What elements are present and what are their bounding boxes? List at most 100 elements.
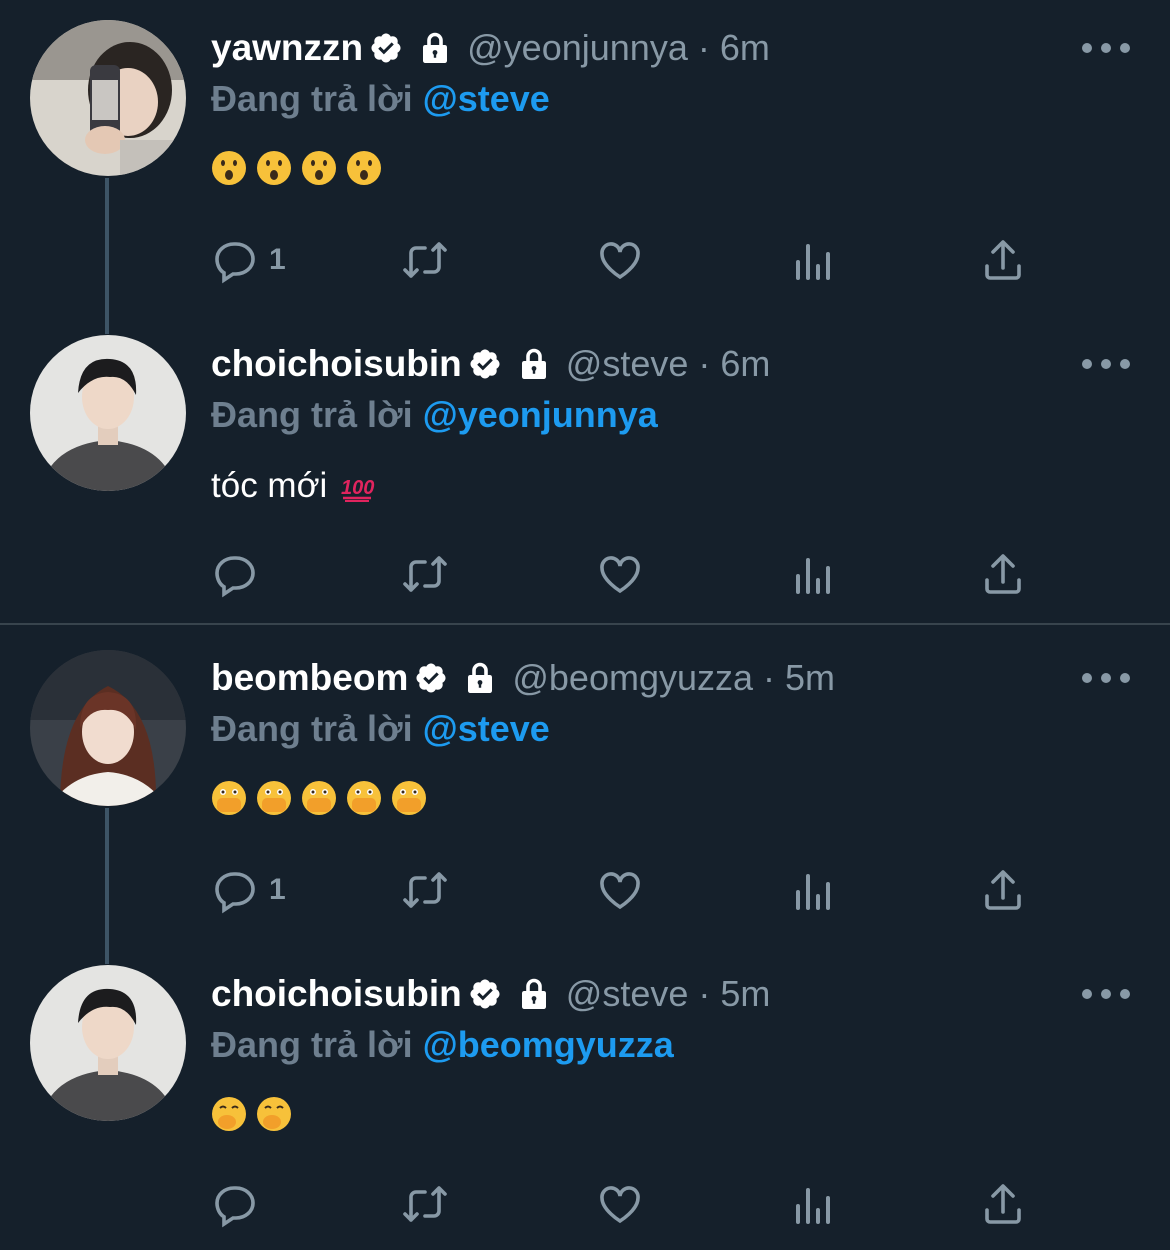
share-icon xyxy=(985,240,1021,280)
tweet-header: choichoisubin @steve · 6m xyxy=(211,334,770,394)
tweet[interactable]: choichoisubin @steve · 5m Đang trả lời @… xyxy=(0,950,1170,1250)
retweet-button[interactable] xyxy=(401,234,449,286)
retweet-icon xyxy=(403,556,447,592)
face-with-open-eyes-and-hand-over-mouth-emoji xyxy=(212,781,246,815)
handle-and-time[interactable]: @steve · 5m xyxy=(566,973,771,1015)
retweet-button[interactable] xyxy=(401,864,449,916)
more-icon[interactable] xyxy=(1082,668,1130,688)
share-button[interactable] xyxy=(979,234,1027,286)
verified-icon xyxy=(470,979,500,1009)
tweet-header: yawnzzn @yeonjunnya · 6m xyxy=(211,18,770,78)
handle-and-time[interactable]: @yeonjunnya · 6m xyxy=(467,27,770,69)
verified-icon xyxy=(470,349,500,379)
hundred-points-emoji: 100 xyxy=(341,477,375,502)
tweet[interactable]: yawnzzn @yeonjunnya · 6m Đang trả lời @s… xyxy=(0,0,1170,320)
hushed-face-emoji xyxy=(347,151,381,185)
action-bar xyxy=(211,1178,1041,1230)
reply-count: 1 xyxy=(269,873,286,906)
replying-to: Đang trả lời @beomgyuzza xyxy=(211,1024,674,1066)
face-with-open-eyes-and-hand-over-mouth-emoji xyxy=(392,781,426,815)
action-bar: 1 xyxy=(211,234,1041,286)
face-with-open-eyes-and-hand-over-mouth-emoji xyxy=(302,781,336,815)
avatar[interactable] xyxy=(30,335,186,491)
display-name[interactable]: yawnzzn xyxy=(211,27,363,69)
divider xyxy=(0,623,1170,625)
retweet-icon xyxy=(403,872,447,908)
lock-icon xyxy=(521,348,546,379)
more-icon[interactable] xyxy=(1082,38,1130,58)
action-bar: 1 xyxy=(211,864,1041,916)
more-icon[interactable] xyxy=(1082,984,1130,1004)
retweet-icon xyxy=(403,242,447,278)
analytics-icon xyxy=(796,558,830,594)
analytics-button[interactable] xyxy=(788,864,836,916)
reply-icon xyxy=(215,556,255,598)
replying-to: Đang trả lời @yeonjunnya xyxy=(211,394,658,436)
tweet-header: choichoisubin @steve · 5m xyxy=(211,964,770,1024)
mention-link[interactable]: @beomgyuzza xyxy=(423,1024,674,1065)
reply-prefix: Đang trả lời xyxy=(211,1024,413,1065)
analytics-button[interactable] xyxy=(788,548,836,600)
lock-icon xyxy=(468,662,493,693)
display-name[interactable]: choichoisubin xyxy=(211,973,462,1015)
reply-prefix: Đang trả lời xyxy=(211,78,413,119)
hushed-face-emoji xyxy=(302,151,336,185)
analytics-icon xyxy=(796,874,830,910)
display-name[interactable]: beombeom xyxy=(211,657,408,699)
like-button[interactable] xyxy=(596,864,644,916)
tweet[interactable]: beombeom @beomgyuzza · 5m Đang trả lời @… xyxy=(0,630,1170,950)
svg-text:100: 100 xyxy=(341,477,374,499)
reply-button[interactable]: 1 xyxy=(211,864,286,916)
like-icon xyxy=(600,242,640,280)
retweet-button[interactable] xyxy=(401,548,449,600)
action-bar xyxy=(211,548,1041,600)
like-button[interactable] xyxy=(596,234,644,286)
avatar[interactable] xyxy=(30,650,186,806)
display-name[interactable]: choichoisubin xyxy=(211,343,462,385)
avatar[interactable] xyxy=(30,20,186,176)
face-with-hand-over-mouth-emoji xyxy=(212,1097,246,1131)
reply-icon xyxy=(215,242,255,284)
reply-button[interactable]: 1 xyxy=(211,234,286,286)
reply-prefix: Đang trả lời xyxy=(211,394,413,435)
more-icon[interactable] xyxy=(1082,354,1130,374)
mention-link[interactable]: @yeonjunnya xyxy=(423,394,658,435)
tweet-text: tóc mới 100 xyxy=(211,466,384,506)
mention-link[interactable]: @steve xyxy=(423,708,550,749)
retweet-button[interactable] xyxy=(401,1178,449,1230)
reply-button[interactable] xyxy=(211,1178,269,1230)
handle-and-time[interactable]: @beomgyuzza · 5m xyxy=(512,657,835,699)
face-with-hand-over-mouth-emoji xyxy=(257,1097,291,1131)
like-button[interactable] xyxy=(596,548,644,600)
reply-count: 1 xyxy=(269,243,286,276)
tweet-text xyxy=(211,780,436,816)
like-button[interactable] xyxy=(596,1178,644,1230)
share-icon xyxy=(985,554,1021,594)
hushed-face-emoji xyxy=(257,151,291,185)
share-button[interactable] xyxy=(979,1178,1027,1230)
reply-button[interactable] xyxy=(211,548,269,600)
share-button[interactable] xyxy=(979,548,1027,600)
replying-to: Đang trả lời @steve xyxy=(211,708,550,750)
share-icon xyxy=(985,1184,1021,1224)
analytics-button[interactable] xyxy=(788,234,836,286)
like-icon xyxy=(600,1186,640,1224)
like-icon xyxy=(600,872,640,910)
analytics-button[interactable] xyxy=(788,1178,836,1230)
handle-and-time[interactable]: @steve · 6m xyxy=(566,343,771,385)
retweet-icon xyxy=(403,1186,447,1222)
verified-icon xyxy=(371,33,401,63)
tweet-text xyxy=(211,150,391,186)
lock-icon xyxy=(423,32,448,63)
tweet-header: beombeom @beomgyuzza · 5m xyxy=(211,648,835,708)
share-button[interactable] xyxy=(979,864,1027,916)
hushed-face-emoji xyxy=(212,151,246,185)
analytics-icon xyxy=(796,1188,830,1224)
verified-icon xyxy=(416,663,446,693)
mention-link[interactable]: @steve xyxy=(423,78,550,119)
replying-to: Đang trả lời @steve xyxy=(211,78,550,120)
avatar[interactable] xyxy=(30,965,186,1121)
tweet[interactable]: choichoisubin @steve · 6m Đang trả lời @… xyxy=(0,320,1170,620)
reply-icon xyxy=(215,1186,255,1228)
face-with-open-eyes-and-hand-over-mouth-emoji xyxy=(257,781,291,815)
